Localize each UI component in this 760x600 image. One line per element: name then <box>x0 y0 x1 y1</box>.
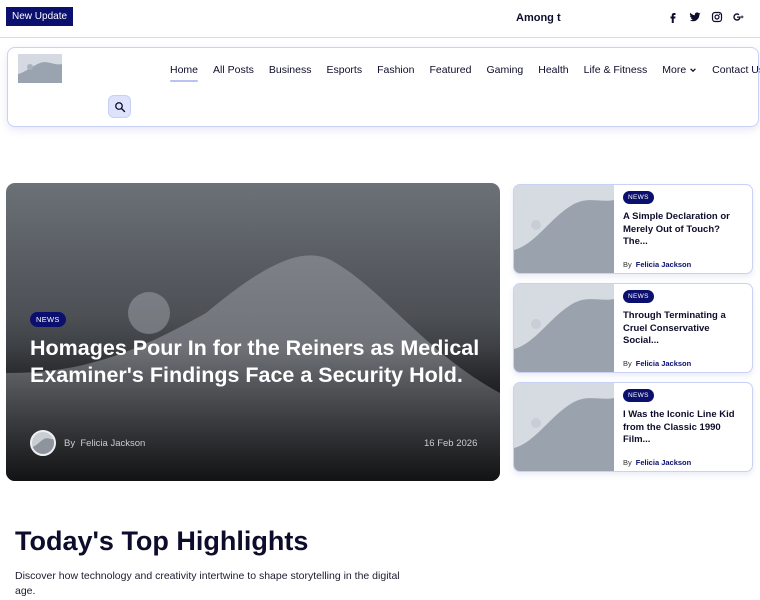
section-description: Discover how technology and creativity i… <box>15 570 400 597</box>
nav-fashion-label: Fashion <box>377 64 415 76</box>
twitter-icon[interactable] <box>688 10 701 24</box>
post-byline: By Felicia Jackson <box>623 260 691 269</box>
hero-title[interactable]: Homages Pour In for the Reiners as Medic… <box>30 335 480 389</box>
nav-all-posts-label: All Posts <box>213 64 254 76</box>
nav-business-label: Business <box>268 64 312 76</box>
search-icon <box>114 101 125 112</box>
post-byline: By Felicia Jackson <box>623 359 691 368</box>
nav-life-fitness-label: Life & Fitness <box>583 64 648 76</box>
nav-featured[interactable]: Featured <box>429 64 471 76</box>
hero-author[interactable]: Felicia Jackson <box>80 438 145 449</box>
side-post-card[interactable]: NEWS A Simple Declaration or Merely Out … <box>513 184 753 274</box>
post-author[interactable]: Felicia Jackson <box>636 260 691 269</box>
top-bar: New Update Among t <box>0 0 760 38</box>
news-ticker[interactable]: Among t <box>516 12 561 24</box>
nav-gaming-label: Gaming <box>486 64 524 76</box>
post-title[interactable]: I Was the Iconic Line Kid from the Class… <box>623 409 747 447</box>
nav-more-label: More <box>662 64 687 76</box>
nav-health[interactable]: Health <box>538 64 568 76</box>
post-byline: By Felicia Jackson <box>623 458 691 467</box>
instagram-icon[interactable] <box>710 10 723 24</box>
google-plus-icon[interactable] <box>732 10 745 24</box>
post-title[interactable]: Through Terminating a Cruel Conservative… <box>623 310 747 348</box>
post-thumbnail[interactable] <box>514 185 614 273</box>
hero-category-tag[interactable]: NEWS <box>30 312 66 327</box>
nav-home[interactable]: Home <box>170 64 199 82</box>
nav-fashion[interactable]: Fashion <box>377 64 414 76</box>
nav-gaming[interactable]: Gaming <box>486 64 523 76</box>
facebook-icon[interactable] <box>666 10 679 24</box>
side-post-card[interactable]: NEWS I Was the Iconic Line Kid from the … <box>513 382 753 472</box>
post-by-label: By <box>623 260 632 269</box>
chevron-down-icon <box>690 68 697 73</box>
nav-esports[interactable]: Esports <box>326 64 362 76</box>
post-category-tag[interactable]: NEWS <box>623 191 654 204</box>
hero-by-label: By <box>64 438 76 449</box>
post-by-label: By <box>623 359 632 368</box>
nav-all-posts[interactable]: All Posts <box>213 64 254 76</box>
site-logo[interactable] <box>18 54 62 83</box>
post-by-label: By <box>623 458 632 467</box>
nav-esports-label: Esports <box>326 64 363 76</box>
author-avatar[interactable] <box>30 430 56 456</box>
search-button[interactable] <box>108 95 131 118</box>
nav-home-label: Home <box>170 64 199 76</box>
site-header: Home All Posts Business Esports Fashion … <box>7 47 760 127</box>
nav-featured-label: Featured <box>429 64 472 76</box>
post-author[interactable]: Felicia Jackson <box>636 359 691 368</box>
post-category-tag[interactable]: NEWS <box>623 389 654 402</box>
post-author[interactable]: Felicia Jackson <box>636 458 691 467</box>
hero-post[interactable]: NEWS Homages Pour In for the Reiners as … <box>6 183 500 481</box>
nav-health-label: Health <box>538 64 569 76</box>
post-thumbnail[interactable] <box>514 284 614 372</box>
main-nav: Home All Posts Business Esports Fashion … <box>170 64 760 82</box>
nav-contact-us-label: Contact Us <box>712 64 760 76</box>
hero-date: 16 Feb 2026 <box>424 438 478 449</box>
nav-life-fitness[interactable]: Life & Fitness <box>584 64 648 76</box>
post-title[interactable]: A Simple Declaration or Merely Out of To… <box>623 211 747 249</box>
post-category-tag[interactable]: NEWS <box>623 290 654 303</box>
section-title: Today's Top Highlights <box>15 526 309 556</box>
nav-more[interactable]: More <box>662 64 697 76</box>
post-thumbnail[interactable] <box>514 383 614 471</box>
nav-business[interactable]: Business <box>269 64 312 76</box>
social-links <box>666 10 745 24</box>
side-post-card[interactable]: NEWS Through Terminating a Cruel Conserv… <box>513 283 753 373</box>
hero-byline: By Felicia Jackson <box>64 438 145 449</box>
hero-image-placeholder <box>6 183 500 481</box>
new-update-badge[interactable]: New Update <box>6 7 74 26</box>
nav-contact-us[interactable]: Contact Us <box>712 64 760 76</box>
